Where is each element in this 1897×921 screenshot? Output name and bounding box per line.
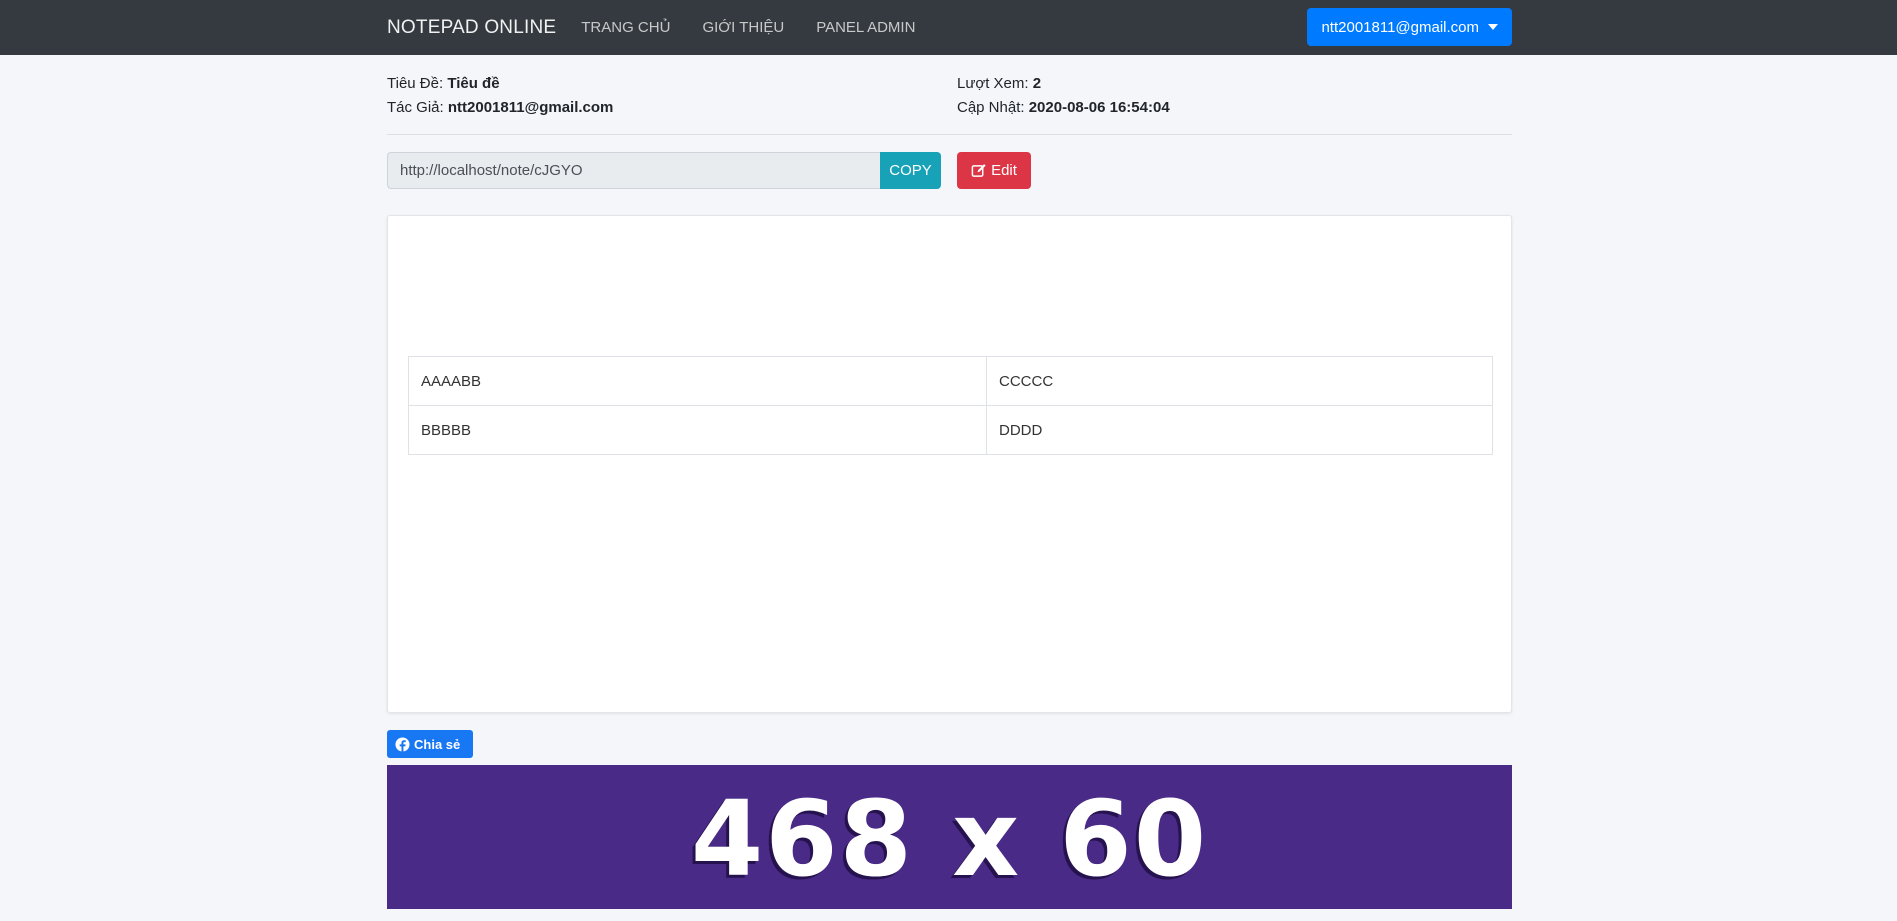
ad-banner[interactable]: 468 x 60 [387, 765, 1512, 909]
brand-logo[interactable]: NOTEPAD ONLINE [387, 17, 556, 39]
note-url-input[interactable] [387, 152, 880, 189]
caret-down-icon [1488, 24, 1498, 30]
edit-icon [971, 164, 986, 177]
edit-button[interactable]: Edit [957, 152, 1031, 189]
table-cell: DDDD [986, 405, 1493, 455]
user-dropdown-button[interactable]: ntt2001811@gmail.com [1307, 8, 1512, 46]
meta-title-value: Tiêu đề [447, 75, 500, 92]
facebook-share-button[interactable]: Chia sẻ [387, 730, 473, 758]
meta-author: Tác Giả: ntt2001811@gmail.com [387, 99, 613, 116]
share-section: Chia sẻ [387, 713, 1512, 765]
facebook-icon [395, 736, 410, 752]
nav-link-admin-panel[interactable]: PANEL ADMIN [816, 19, 915, 36]
nav-link-home[interactable]: TRANG CHỦ [581, 19, 670, 36]
main-container: Tiêu Đề: Tiêu đề Tác Giả: ntt2001811@gma… [387, 55, 1512, 909]
ad-banner-text: 468 x 60 [690, 778, 1209, 900]
meta-author-label: Tác Giả: [387, 99, 448, 116]
share-label: Chia sẻ [414, 736, 461, 752]
note-meta: Tiêu Đề: Tiêu đề Tác Giả: ntt2001811@gma… [387, 55, 1512, 135]
nav-link-about[interactable]: GIỚI THIỆU [702, 19, 784, 36]
user-email: ntt2001811@gmail.com [1321, 18, 1479, 36]
meta-updated-value: 2020-08-06 16:54:04 [1028, 99, 1170, 116]
note-table: AAAABB CCCCC BBBBB DDDD [408, 356, 1493, 455]
navbar-container: NOTEPAD ONLINE TRANG CHỦ GIỚI THIỆU PANE… [387, 0, 1512, 55]
meta-views-label: Lượt Xem: [957, 75, 1033, 92]
table-cell: BBBBB [408, 405, 987, 455]
copy-button[interactable]: COPY [880, 152, 941, 189]
meta-title-label: Tiêu Đề: [387, 75, 448, 92]
top-navbar: NOTEPAD ONLINE TRANG CHỦ GIỚI THIỆU PANE… [0, 0, 1897, 55]
meta-views: Lượt Xem: 2 [957, 75, 1041, 92]
table-cell: CCCCC [986, 356, 1493, 406]
table-row: BBBBB DDDD [408, 405, 1493, 455]
table-row: AAAABB CCCCC [408, 356, 1493, 406]
note-content-card: AAAABB CCCCC BBBBB DDDD [387, 215, 1512, 713]
table-cell: AAAABB [408, 356, 987, 406]
meta-author-value: ntt2001811@gmail.com [447, 99, 614, 116]
link-bar: COPY Edit [387, 135, 1512, 215]
meta-updated-label: Cập Nhật: [957, 99, 1029, 116]
meta-views-value: 2 [1032, 75, 1042, 92]
meta-title: Tiêu Đề: Tiêu đề [387, 75, 500, 92]
edit-button-label: Edit [991, 162, 1017, 179]
meta-updated: Cập Nhật: 2020-08-06 16:54:04 [957, 99, 1170, 116]
